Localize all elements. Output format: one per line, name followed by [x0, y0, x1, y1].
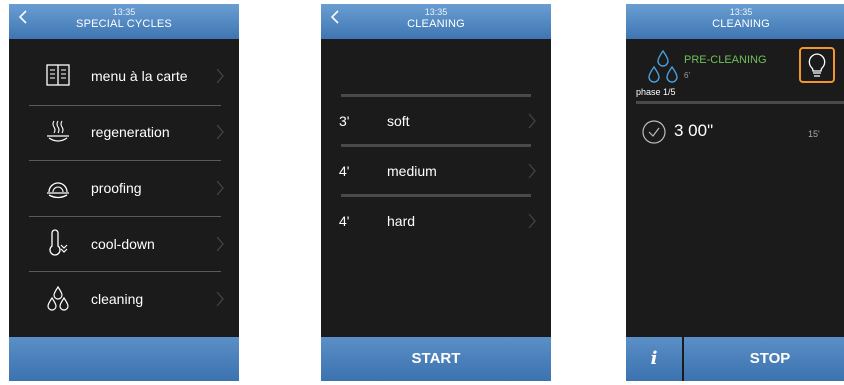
menu-item-label: proofing [91, 180, 142, 196]
clock: 13:35 [112, 7, 136, 17]
option-label: medium [387, 163, 437, 179]
menu-item-label: regeneration [91, 124, 170, 140]
footer-bar: i STOP [626, 337, 844, 381]
menu-item-cool-down[interactable]: cool-down [21, 217, 224, 272]
footer-bar [9, 337, 239, 381]
water-drops-icon [648, 49, 678, 83]
phase-progress-bar [636, 101, 844, 104]
header: 13:35 SPECIAL CYCLES [9, 4, 239, 39]
water-drops-icon [47, 285, 69, 311]
cleaning-option-hard[interactable]: 4' hard [333, 197, 536, 245]
clock: 13:35 [729, 7, 753, 17]
info-button[interactable]: i [626, 337, 682, 381]
chevron-right-icon [216, 236, 224, 252]
chevron-right-icon [528, 113, 536, 129]
cleaning-option-soft[interactable]: 3' soft [333, 97, 536, 145]
menu-item-menu-a-la-carte[interactable]: menu à la carte [21, 49, 224, 104]
footer-bar: START [321, 337, 551, 381]
special-cycles-screen: 13:35 SPECIAL CYCLES menu à la carte reg… [9, 4, 239, 381]
cleaning-option-medium[interactable]: 4' medium [333, 147, 536, 195]
menu-item-proofing[interactable]: proofing [21, 161, 224, 216]
phase-name: PRE-CLEANING [684, 54, 767, 66]
option-minutes: 3' [339, 113, 350, 129]
screen-title: SPECIAL CYCLES [76, 18, 172, 30]
back-button[interactable] [15, 9, 31, 27]
menu-item-label: menu à la carte [91, 68, 188, 84]
clock-icon [642, 120, 666, 144]
start-button[interactable]: START [321, 337, 551, 381]
total-minutes: 15' [808, 129, 820, 139]
timer-readout: 3 00" [674, 121, 714, 140]
phase-counter: phase 1/5 [636, 87, 676, 97]
screen-title: CLEANING [407, 18, 465, 30]
chevron-left-icon [18, 10, 27, 24]
chevron-left-icon [330, 10, 339, 24]
header: 13:35 CLEANING [321, 4, 551, 39]
screen-title: CLEANING [712, 18, 770, 30]
cleaning-run-screen: 13:35 CLEANING PRE-CLEANING 6' phase 1/5… [626, 4, 844, 381]
option-label: soft [387, 113, 410, 129]
cleaning-select-screen: 13:35 CLEANING 3' soft 4' medium 4' hard… [321, 4, 551, 381]
chevron-right-icon [528, 213, 536, 229]
thermometer-down-icon [49, 229, 68, 256]
option-label: hard [387, 213, 416, 229]
phase-minutes: 6' [684, 71, 690, 80]
menu-item-regeneration[interactable]: regeneration [21, 105, 224, 160]
option-minutes: 4' [339, 163, 350, 179]
chevron-right-icon [216, 291, 224, 307]
menu-item-label: cool-down [91, 236, 155, 252]
stop-button[interactable]: STOP [684, 337, 844, 381]
menu-item-cleaning[interactable]: cleaning [21, 272, 224, 327]
option-minutes: 4' [339, 213, 350, 229]
light-bulb-icon [808, 53, 826, 77]
back-button[interactable] [327, 9, 343, 27]
chevron-right-icon [528, 163, 536, 179]
header: 13:35 CLEANING [626, 4, 844, 39]
proofing-dough-icon [47, 182, 69, 199]
regeneration-plate-icon [47, 120, 69, 142]
clock: 13:35 [424, 7, 448, 17]
book-menu-icon [46, 64, 70, 86]
chevron-right-icon [216, 180, 224, 196]
chevron-right-icon [216, 68, 224, 84]
chevron-right-icon [216, 124, 224, 140]
light-bulb-button[interactable] [799, 47, 835, 83]
menu-item-label: cleaning [91, 291, 144, 307]
